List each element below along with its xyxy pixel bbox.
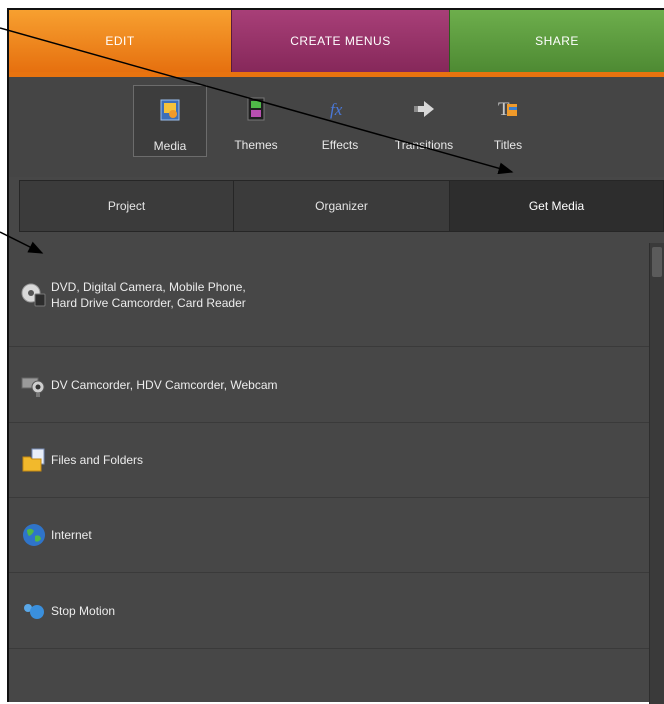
camcorder-icon: [21, 372, 47, 398]
media-source-stop-motion[interactable]: Stop Motion: [9, 573, 649, 649]
media-source-files[interactable]: Files and Folders: [9, 423, 649, 498]
get-media-list: DVD, Digital Camera, Mobile Phone, Hard …: [9, 243, 649, 704]
tool-effects[interactable]: fx Effects: [303, 85, 377, 157]
dvd-camera-icon: [21, 282, 47, 308]
panel-subtabs: Project Organizer Get Media: [19, 180, 664, 232]
subtab-project[interactable]: Project: [20, 181, 234, 231]
stop-motion-icon: [21, 598, 47, 624]
tool-titles-label: Titles: [493, 138, 523, 152]
tool-row: Media Themes fx Effects Transitions T Ti…: [9, 77, 664, 177]
tool-media[interactable]: Media: [133, 85, 207, 157]
media-source-dvd-line1: DVD, Digital Camera, Mobile Phone,: [51, 279, 246, 294]
media-source-files-label: Files and Folders: [51, 453, 144, 467]
tool-media-label: Media: [153, 139, 187, 153]
tool-transitions[interactable]: Transitions: [387, 85, 461, 157]
tool-effects-label: Effects: [321, 138, 359, 152]
media-icon: [158, 98, 182, 122]
tab-share[interactable]: SHARE: [449, 10, 664, 72]
globe-icon: [21, 522, 47, 548]
tool-themes[interactable]: Themes: [219, 85, 293, 157]
effects-icon: fx: [328, 97, 352, 121]
subtab-get-media[interactable]: Get Media: [450, 181, 663, 231]
media-source-stop-motion-label: Stop Motion: [51, 603, 116, 618]
scrollbar-thumb[interactable]: [652, 247, 662, 277]
svg-text:fx: fx: [330, 100, 343, 119]
tool-themes-label: Themes: [234, 138, 278, 152]
subtab-organizer[interactable]: Organizer: [234, 181, 450, 231]
media-source-internet-label: Internet: [51, 528, 92, 542]
themes-icon: [244, 97, 268, 121]
workspace-tabs: EDIT CREATE MENUS SHARE: [9, 10, 664, 72]
app-window: EDIT CREATE MENUS SHARE Media Themes fx …: [7, 8, 664, 704]
titles-icon: T: [496, 97, 520, 121]
media-source-camcorder[interactable]: DV Camcorder, HDV Camcorder, Webcam: [9, 347, 649, 423]
media-source-dvd[interactable]: DVD, Digital Camera, Mobile Phone, Hard …: [9, 243, 649, 347]
media-source-camcorder-label: DV Camcorder, HDV Camcorder, Webcam: [51, 377, 278, 392]
tab-edit[interactable]: EDIT: [9, 10, 231, 72]
tool-titles[interactable]: T Titles: [471, 85, 545, 157]
tab-create-menus[interactable]: CREATE MENUS: [231, 10, 449, 72]
folder-icon: [21, 447, 47, 473]
vertical-scrollbar[interactable]: [649, 243, 664, 704]
media-source-dvd-label: DVD, Digital Camera, Mobile Phone, Hard …: [51, 279, 246, 311]
transitions-icon: [412, 97, 436, 121]
media-source-dvd-line2: Hard Drive Camcorder, Card Reader: [51, 295, 246, 310]
tool-transitions-label: Transitions: [394, 138, 454, 152]
media-source-internet[interactable]: Internet: [9, 498, 649, 573]
